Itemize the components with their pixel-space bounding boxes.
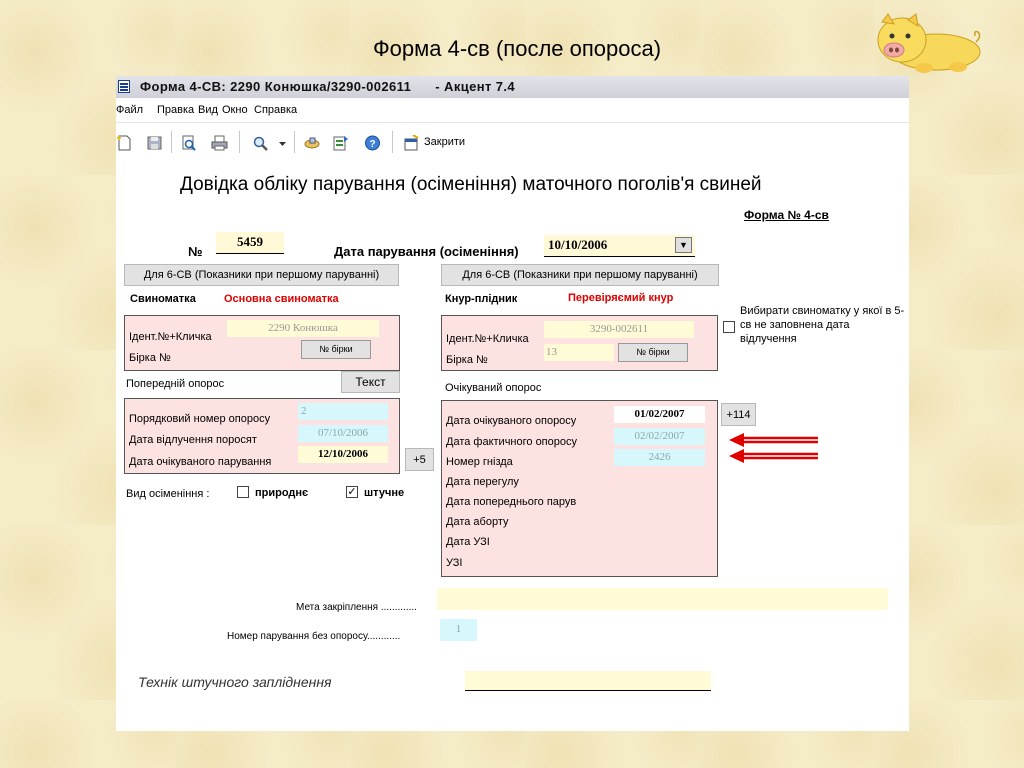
boar-tag-button[interactable]: № бірки: [618, 343, 688, 362]
export-icon[interactable]: [332, 135, 349, 151]
choose-sow-checkbox[interactable]: [723, 321, 735, 333]
arrow-left-icon: [729, 449, 818, 463]
date-select[interactable]: 10/10/2006 ▼: [544, 235, 695, 257]
number-field[interactable]: 5459: [216, 232, 284, 254]
boar-type: Перевіряємий кнур: [568, 292, 674, 304]
btn-6sv-boar[interactable]: Для 6-СВ (Показники при першому паруванн…: [441, 264, 719, 286]
boar-ident-field[interactable]: 3290-002611: [544, 321, 694, 338]
order-field[interactable]: 2: [298, 403, 388, 420]
actual-farrow-date-field[interactable]: 02/02/2007: [614, 428, 705, 445]
mating-no-farrow-label: Номер парування без опоросу............: [227, 631, 401, 642]
window-title: Форма 4-СВ: 2290 Конюшка/3290-002611 - А…: [140, 79, 516, 94]
menu-window[interactable]: Окно: [222, 104, 248, 116]
natural-checkbox[interactable]: [237, 486, 249, 498]
plus114-button[interactable]: +114: [721, 403, 756, 426]
expected-farrow-date-label: Дата очікуваного опоросу: [446, 415, 577, 427]
help-icon[interactable]: ?: [364, 135, 381, 151]
weaning-label: Дата відлучення поросят: [129, 434, 257, 446]
date-label: Дата парування (осіменіння): [334, 244, 519, 259]
expected-farrow-date-field[interactable]: 01/02/2007: [614, 406, 705, 423]
abortion-date-label: Дата аборту: [446, 516, 509, 528]
chevron-down-icon[interactable]: [278, 135, 287, 151]
nest-number-field[interactable]: 2426: [614, 449, 705, 466]
prev-mating-date-label: Дата попереднього парув: [446, 496, 577, 508]
pig-mascot-icon: [877, 13, 981, 73]
return-date-label: Дата перегулу: [446, 476, 519, 488]
menu-help[interactable]: Справка: [254, 104, 297, 116]
mating-no-farrow-field[interactable]: 1: [440, 619, 477, 641]
document-icon: [118, 80, 130, 93]
sow-panel: Ідент.№+Кличка 2290 Конюшка Бірка № № бі…: [124, 315, 400, 371]
menu-edit[interactable]: Правка: [157, 104, 194, 116]
weaning-field[interactable]: 07/10/2006: [298, 425, 388, 442]
boar-ident-label: Ідент.№+Кличка: [446, 333, 529, 345]
uzi-date-label: Дата УЗІ: [446, 536, 490, 548]
sow-header: Свиноматка: [130, 293, 196, 305]
chevron-down-icon[interactable]: ▼: [675, 237, 692, 253]
close-button-label[interactable]: Закрити: [424, 136, 465, 148]
artificial-checkbox[interactable]: ✓: [346, 486, 358, 498]
svg-text:?: ?: [369, 139, 375, 150]
boar-tag-label: Бірка №: [446, 354, 488, 366]
sow-ident-label: Ідент.№+Кличка: [129, 331, 212, 343]
expected-farrow-panel: Дата очікуваного опоросу 01/02/2007 Дата…: [441, 400, 718, 577]
menu-bar: Файл Правка Вид Окно Справка: [116, 100, 909, 120]
btn-6sv-sow[interactable]: Для 6-СВ (Показники при першому паруванн…: [124, 264, 399, 286]
text-button[interactable]: Текст: [341, 371, 400, 393]
sow-type: Основна свиноматка: [224, 293, 339, 305]
boar-tag-field[interactable]: 13: [544, 344, 614, 361]
choose-sow-note: Вибирати свиноматку у якої в 5-св не зап…: [740, 305, 905, 345]
actual-farrow-date-label: Дата фактичного опоросу: [446, 436, 577, 448]
title-bar: Форма 4-СВ: 2290 Конюшка/3290-002611 - А…: [116, 76, 909, 98]
print-preview-icon[interactable]: [180, 135, 197, 151]
menu-file[interactable]: Файл: [116, 104, 143, 116]
expected-mating-field[interactable]: 12/10/2006: [298, 446, 388, 463]
uzi-label: УЗІ: [446, 557, 463, 569]
plus5-button[interactable]: +5: [405, 448, 434, 471]
print-icon[interactable]: [211, 135, 228, 151]
tools-icon[interactable]: [304, 135, 321, 151]
number-label: №: [188, 244, 203, 259]
prev-farrow-title: Попередній опорос: [126, 378, 225, 390]
sow-tag-button[interactable]: № бірки: [301, 340, 371, 359]
forma-label: Форма № 4-св: [744, 208, 829, 222]
menu-view[interactable]: Вид: [198, 104, 218, 116]
close-window-icon[interactable]: [403, 135, 420, 151]
insemination-label: Вид осіменіння :: [126, 488, 210, 500]
artificial-label: штучне: [364, 487, 405, 499]
toolbar: ? Закрити: [116, 122, 909, 158]
save-icon[interactable]: [146, 135, 163, 151]
app-window: Форма 4-СВ: 2290 Конюшка/3290-002611 - А…: [116, 76, 909, 731]
form-heading: Довідка обліку парування (осіменіння) ма…: [180, 174, 762, 195]
goal-label: Мета закріплення .............: [296, 602, 417, 613]
date-select-value: 10/10/2006: [548, 237, 608, 252]
new-document-icon[interactable]: [116, 135, 133, 151]
goal-field[interactable]: [437, 588, 888, 610]
expected-farrow-title: Очікуваний опорос: [445, 382, 542, 394]
prev-farrow-panel: Порядковий номер опоросу 2 Дата відлучен…: [124, 398, 400, 474]
natural-label: природнє: [255, 487, 309, 499]
arrow-left-icon: [729, 433, 818, 447]
sow-ident-field[interactable]: 2290 Конюшка: [227, 320, 379, 337]
search-icon[interactable]: [252, 135, 269, 151]
technician-field[interactable]: [465, 671, 711, 691]
technician-label: Технік штучного запліднення: [138, 674, 332, 690]
boar-panel: Ідент.№+Кличка 3290-002611 Бірка № 13 № …: [441, 315, 718, 371]
expected-mating-label: Дата очікуваного парування: [129, 456, 272, 468]
order-label: Порядковий номер опоросу: [129, 413, 271, 425]
nest-number-label: Номер гнізда: [446, 456, 513, 468]
sow-tag-label: Бірка №: [129, 352, 171, 364]
boar-header: Кнур-плідник: [445, 293, 518, 305]
